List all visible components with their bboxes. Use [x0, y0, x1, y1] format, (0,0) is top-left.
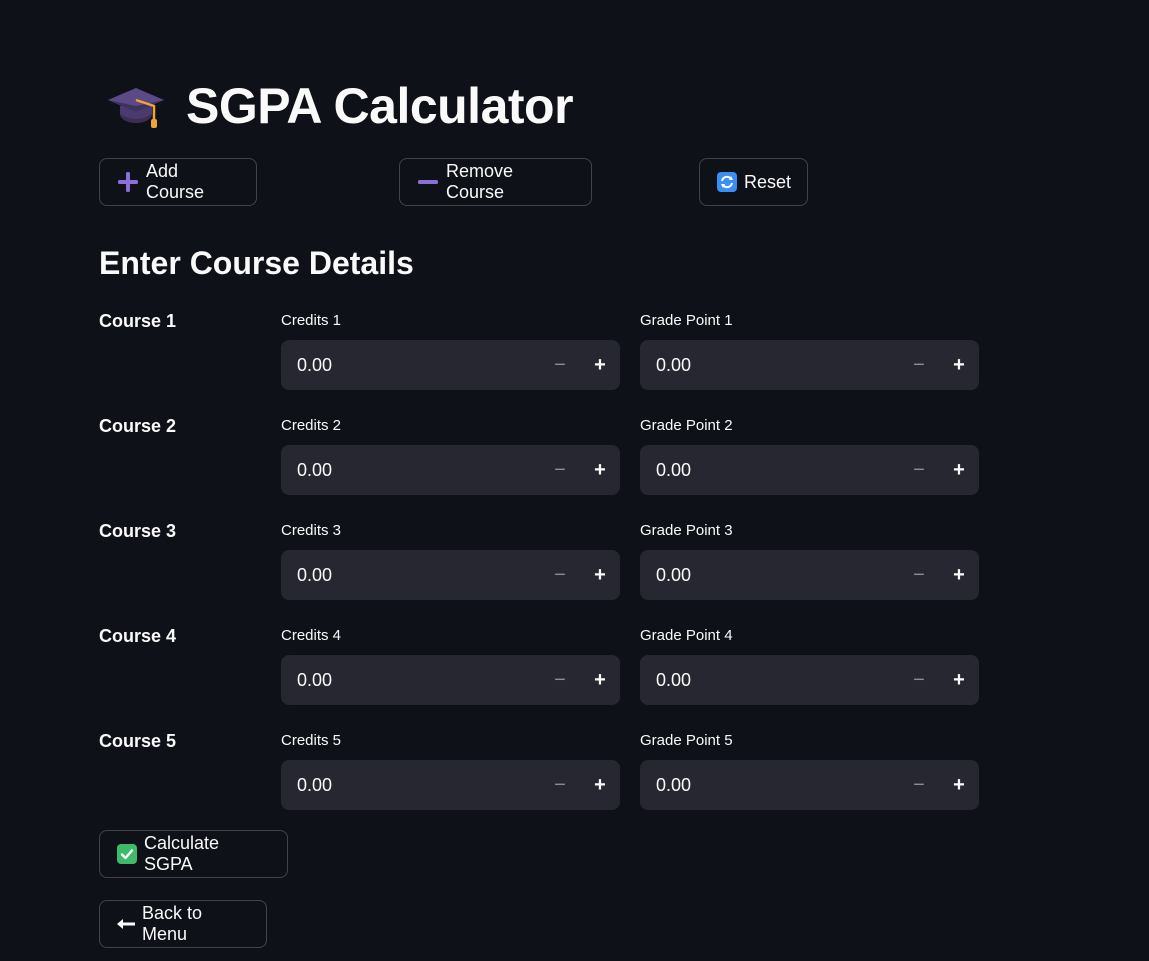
decrement-button[interactable]: − — [540, 445, 580, 495]
grade-point-input[interactable]: 0.00 − + — [640, 760, 979, 810]
course-label: Course 1 — [99, 311, 177, 331]
credits-input[interactable]: 0.00 − + — [281, 760, 620, 810]
grade-point-label: Grade Point 4 — [640, 627, 733, 644]
check-mark-icon — [117, 844, 137, 864]
increment-button[interactable]: + — [580, 550, 620, 600]
credits-value[interactable]: 0.00 — [281, 670, 540, 691]
decrement-button[interactable]: − — [540, 760, 580, 810]
decrement-button[interactable]: − — [899, 550, 939, 600]
credits-input[interactable]: 0.00 − + — [281, 655, 620, 705]
credits-label: Credits 5 — [281, 732, 342, 749]
increment-button[interactable]: + — [939, 445, 979, 495]
add-course-label: Add Course — [146, 161, 205, 202]
reset-label: Reset — [744, 171, 792, 192]
increment-button[interactable]: + — [939, 340, 979, 390]
grade-point-input[interactable]: 0.00 − + — [640, 550, 979, 600]
back-to-menu-button[interactable]: Back to Menu — [99, 900, 267, 948]
credits-input[interactable]: 0.00 − + — [281, 550, 620, 600]
left-arrow-icon — [117, 917, 135, 931]
credits-value[interactable]: 0.00 — [281, 460, 540, 481]
increment-button[interactable]: + — [939, 655, 979, 705]
sgpa-calculator-page: SGPA Calculator Add Course Remove Course… — [0, 0, 1149, 961]
minus-icon — [417, 171, 439, 193]
grade-point-value[interactable]: 0.00 — [640, 460, 899, 481]
decrement-button[interactable]: − — [540, 550, 580, 600]
credits-input[interactable]: 0.00 − + — [281, 340, 620, 390]
grade-point-label: Grade Point 5 — [640, 732, 733, 749]
page-title-row: SGPA Calculator — [106, 74, 574, 138]
grade-point-value[interactable]: 0.00 — [640, 775, 899, 796]
grade-point-label: Grade Point 1 — [640, 312, 733, 329]
section-heading: Enter Course Details — [99, 245, 414, 281]
grade-point-input[interactable]: 0.00 − + — [640, 445, 979, 495]
grade-point-value[interactable]: 0.00 — [640, 355, 899, 376]
add-course-button[interactable]: Add Course — [99, 158, 257, 206]
credits-label: Credits 2 — [281, 417, 342, 434]
course-label: Course 3 — [99, 521, 177, 541]
credits-label: Credits 4 — [281, 627, 342, 644]
grade-point-value[interactable]: 0.00 — [640, 565, 899, 586]
credits-value[interactable]: 0.00 — [281, 565, 540, 586]
decrement-button[interactable]: − — [540, 340, 580, 390]
increment-button[interactable]: + — [939, 550, 979, 600]
increment-button[interactable]: + — [580, 445, 620, 495]
credits-label: Credits 3 — [281, 522, 342, 539]
increment-button[interactable]: + — [580, 340, 620, 390]
increment-button[interactable]: + — [580, 655, 620, 705]
credits-value[interactable]: 0.00 — [281, 775, 540, 796]
grade-point-value[interactable]: 0.00 — [640, 670, 899, 691]
remove-course-label: Remove Course — [446, 161, 514, 202]
course-label: Course 2 — [99, 416, 177, 436]
decrement-button[interactable]: − — [899, 760, 939, 810]
grade-point-label: Grade Point 2 — [640, 417, 733, 434]
decrement-button[interactable]: − — [899, 340, 939, 390]
decrement-button[interactable]: − — [540, 655, 580, 705]
reset-button[interactable]: Reset — [699, 158, 808, 206]
credits-label: Credits 1 — [281, 312, 342, 329]
increment-button[interactable]: + — [939, 760, 979, 810]
credits-input[interactable]: 0.00 − + — [281, 445, 620, 495]
back-to-menu-label: Back to Menu — [142, 903, 203, 944]
course-label: Course 5 — [99, 731, 177, 751]
refresh-icon — [717, 172, 737, 192]
remove-course-button[interactable]: Remove Course — [399, 158, 592, 206]
page-title: SGPA Calculator — [186, 78, 574, 134]
calculate-sgpa-button[interactable]: Calculate SGPA — [99, 830, 288, 878]
course-label: Course 4 — [99, 626, 177, 646]
decrement-button[interactable]: − — [899, 445, 939, 495]
graduation-cap-icon — [108, 88, 164, 128]
credits-value[interactable]: 0.00 — [281, 355, 540, 376]
decrement-button[interactable]: − — [899, 655, 939, 705]
plus-icon — [117, 171, 139, 193]
grade-point-label: Grade Point 3 — [640, 522, 733, 539]
grade-point-input[interactable]: 0.00 − + — [640, 655, 979, 705]
grade-point-input[interactable]: 0.00 − + — [640, 340, 979, 390]
increment-button[interactable]: + — [580, 760, 620, 810]
calculate-sgpa-label: Calculate SGPA — [144, 833, 220, 874]
